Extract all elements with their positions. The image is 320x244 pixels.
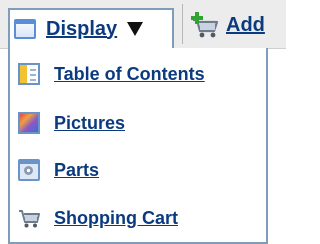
display-button-label: Display [46, 17, 118, 40]
parts-icon [18, 159, 40, 181]
toolbar-divider [182, 4, 183, 44]
display-menu-screen: Display Add Table of Contents Pictures P… [0, 0, 286, 244]
menu-item-table-of-contents[interactable]: Table of Contents [10, 54, 266, 94]
menu-item-label: Shopping Cart [54, 207, 178, 228]
menu-item-label: Pictures [54, 112, 126, 133]
add-to-cart-icon [190, 11, 220, 39]
shopping-cart-icon [18, 207, 40, 229]
menu-item-label: Parts [54, 159, 100, 180]
pictures-icon [18, 112, 40, 134]
display-menu-button[interactable]: Display [8, 8, 174, 48]
add-to-cart-button[interactable]: Add [190, 8, 265, 42]
menu-item-parts[interactable]: Parts [10, 150, 266, 190]
toolbar: Display Add [0, 0, 286, 49]
menu-item-shopping-cart[interactable]: Shopping Cart [10, 198, 266, 238]
window-icon [14, 19, 36, 39]
dropdown-arrow-icon [127, 22, 144, 36]
menu-item-pictures[interactable]: Pictures [10, 103, 266, 143]
table-of-contents-icon [18, 63, 40, 85]
display-dropdown-menu: Table of Contents Pictures Parts Shoppin… [8, 48, 268, 244]
menu-item-label: Table of Contents [54, 63, 205, 84]
add-button-label: Add [226, 13, 265, 36]
